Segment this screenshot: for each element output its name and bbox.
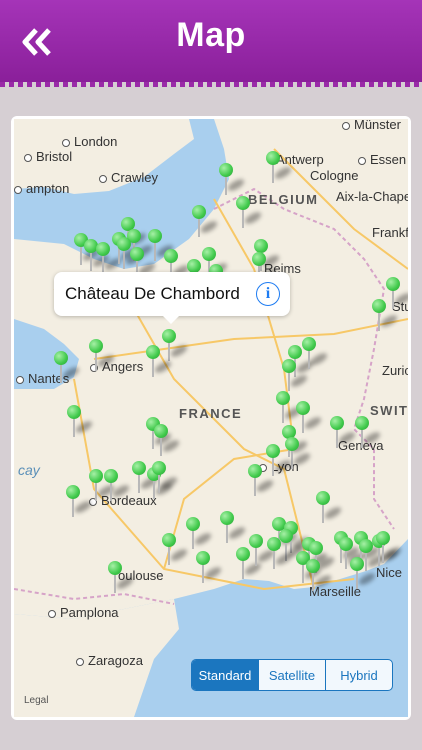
map-pin[interactable] <box>302 337 329 371</box>
map-type-segmented-control: Standard Satellite Hybrid <box>191 659 393 691</box>
map-pin[interactable] <box>350 557 377 591</box>
map-pin[interactable] <box>282 359 309 393</box>
legal-link[interactable]: Legal <box>24 695 48 706</box>
city-label: Aix-la-Chape <box>336 189 408 204</box>
map-pin[interactable] <box>267 537 294 571</box>
map-pin[interactable] <box>162 533 189 567</box>
map-pin[interactable] <box>67 405 94 439</box>
city-label: ampton <box>14 181 69 196</box>
city-label: Crawley <box>99 170 158 185</box>
country-label-switzerland: SWITZ <box>370 403 408 418</box>
map-pin[interactable] <box>330 416 357 450</box>
map-pin[interactable] <box>355 416 382 450</box>
map-pin[interactable] <box>66 485 93 519</box>
map-pin[interactable] <box>54 351 81 385</box>
map-pin[interactable] <box>89 469 116 503</box>
map-card: Münster London Bristol Crawley ampton An… <box>11 116 411 720</box>
map-pin[interactable] <box>376 531 403 565</box>
country-label-belgium: BELGIUM <box>248 192 319 207</box>
map-pin[interactable] <box>162 329 189 363</box>
map-pin[interactable] <box>89 339 116 373</box>
info-icon[interactable]: i <box>256 282 280 306</box>
map-pin[interactable] <box>236 196 263 230</box>
city-label: Zaragoza <box>76 653 143 668</box>
country-label-france: FRANCE <box>179 406 243 421</box>
segment-hybrid[interactable]: Hybrid <box>325 660 392 690</box>
city-label: Bristol <box>24 149 72 164</box>
map-pin[interactable] <box>196 551 223 585</box>
map-pin[interactable] <box>266 151 293 185</box>
city-label: Cologne <box>310 168 359 183</box>
map-pin[interactable] <box>266 444 293 478</box>
annotation-callout[interactable]: Château De Chambord i <box>54 272 290 324</box>
map-pin[interactable] <box>132 461 159 495</box>
map-pin[interactable] <box>236 547 263 581</box>
map-pin[interactable] <box>152 461 179 495</box>
map-pin[interactable] <box>192 205 219 239</box>
map-pin[interactable] <box>96 242 123 276</box>
segment-standard[interactable]: Standard <box>192 660 258 690</box>
map-pin[interactable] <box>117 237 144 271</box>
map-pin[interactable] <box>249 534 276 568</box>
map-pin[interactable] <box>108 561 135 595</box>
city-label: Zuric <box>382 363 408 378</box>
city-label: Münster <box>342 119 401 132</box>
city-label: Essen <box>358 152 406 167</box>
map-pin[interactable] <box>146 345 173 379</box>
city-label: London <box>62 134 117 149</box>
map-pin[interactable] <box>148 229 175 263</box>
map-pin[interactable] <box>306 559 333 593</box>
map-pin[interactable] <box>248 464 275 498</box>
map-pin[interactable] <box>386 277 408 311</box>
callout-title: Château De Chambord <box>65 284 240 303</box>
map-pin[interactable] <box>186 517 213 551</box>
map-pin[interactable] <box>316 491 343 525</box>
map-pin[interactable] <box>219 163 246 197</box>
segment-satellite[interactable]: Satellite <box>258 660 325 690</box>
map-pin[interactable] <box>220 511 247 545</box>
map-pin[interactable] <box>296 401 323 435</box>
city-label: Frankfu <box>372 225 408 240</box>
city-label: Pamplona <box>48 605 119 620</box>
sea-label: cay <box>18 462 40 478</box>
map-pin[interactable] <box>276 391 303 425</box>
map-view[interactable]: Münster London Bristol Crawley ampton An… <box>14 119 408 717</box>
navigation-bar: Map <box>0 0 422 87</box>
map-pin[interactable] <box>372 299 399 333</box>
page-title: Map <box>176 16 246 54</box>
map-pin[interactable] <box>154 424 181 458</box>
city-label: Antwerp <box>276 152 324 167</box>
map-pin[interactable] <box>104 469 131 503</box>
